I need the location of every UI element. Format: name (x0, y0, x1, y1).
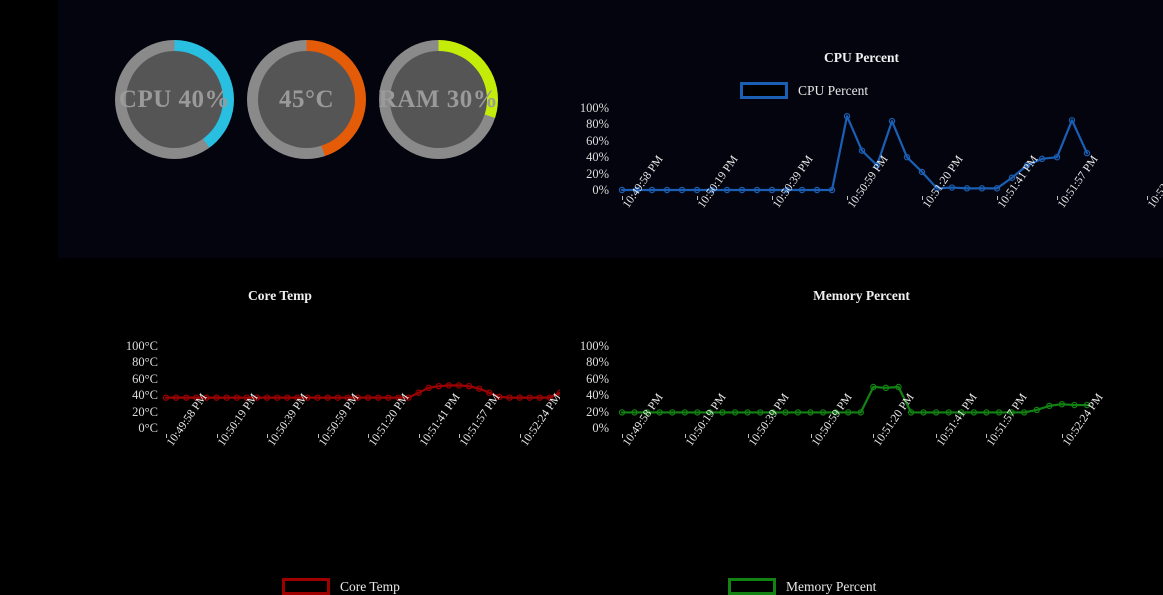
cpu-gauge[interactable]: CPU 40% (115, 40, 234, 159)
cpu-chart-title: CPU Percent (823, 50, 900, 65)
mem-chart-legend[interactable]: Memory Percent (728, 578, 876, 595)
y-tick-label: 60% (586, 133, 609, 148)
x-tick-label: 10:52:24 PM (1145, 153, 1163, 211)
cpu-gauge-hub (126, 51, 223, 148)
temp-gauge-hub (258, 51, 355, 148)
cpu-chart-legend[interactable]: CPU Percent (740, 82, 868, 99)
ram-gauge-hub (390, 51, 487, 148)
temp-chart-legend[interactable]: Core Temp (282, 578, 400, 595)
y-tick-label: 20°C (132, 404, 158, 419)
y-tick-label: 0°C (138, 421, 158, 436)
cpu-legend-swatch (740, 82, 788, 99)
y-tick-label: 40% (586, 150, 609, 165)
temp-chart-y-axis: 100°C 80°C 60°C 40°C 20°C 0°C (64, 338, 158, 436)
mem-legend-label: Memory Percent (786, 578, 877, 594)
temp-legend-swatch (282, 578, 330, 595)
y-tick-label: 60% (586, 371, 609, 386)
mem-chart-y-axis: 100% 80% 60% 40% 20% 0% (560, 338, 609, 436)
y-tick-label: 100% (579, 339, 609, 353)
core-temp-panel: Core Temp Core Temp 100°C 80°C 60°C 40°C 20°… (0, 258, 564, 595)
temp-legend-label: Core Temp (340, 578, 400, 594)
y-tick-label: 0% (592, 421, 609, 436)
cpu-percent-panel: CPU Percent CPU Percent 100% 80% 60% 40% 20%… (560, 0, 1163, 258)
mem-legend-swatch (728, 578, 776, 595)
y-tick-label: 80% (586, 355, 609, 370)
y-tick-label: 20% (586, 404, 609, 419)
y-tick-label: 80°C (132, 355, 158, 370)
y-tick-label: 40% (586, 388, 609, 403)
plot-line-series (162, 382, 564, 401)
temp-gauge[interactable]: 45°C (247, 40, 366, 159)
core-temp-chart: Core Temp Core Temp 100°C 80°C 60°C 40°C 20°… (0, 258, 564, 595)
cpu-percent-chart: CPU Percent CPU Percent 100% 80% 60% 40% 20%… (560, 0, 1163, 258)
temp-chart-title: Core Temp (248, 288, 312, 303)
memory-percent-chart: Memory Percent Memory Percent 100% 80% 60%… (560, 258, 1163, 595)
y-tick-label: 20% (586, 166, 609, 181)
cpu-chart-y-axis: 100% 80% 60% 40% 20% 0% (560, 100, 609, 198)
y-tick-label: 40°C (132, 388, 158, 403)
cpu-legend-label: CPU Percent (798, 82, 869, 98)
mem-chart-title: Memory Percent (813, 288, 910, 303)
memory-percent-panel: Memory Percent Memory Percent 100% 80% 60%… (560, 258, 1163, 595)
y-tick-label: 0% (592, 183, 609, 198)
y-tick-label: 100°C (125, 339, 158, 353)
y-tick-label: 60°C (132, 371, 158, 386)
y-tick-label: 80% (586, 117, 609, 132)
temp-chart-plot (162, 346, 564, 428)
y-tick-label: 100% (579, 101, 609, 115)
gauge-panel: CPU 40% 45°C RAM 30% (58, 0, 560, 258)
ram-gauge[interactable]: RAM 30% (379, 40, 498, 159)
